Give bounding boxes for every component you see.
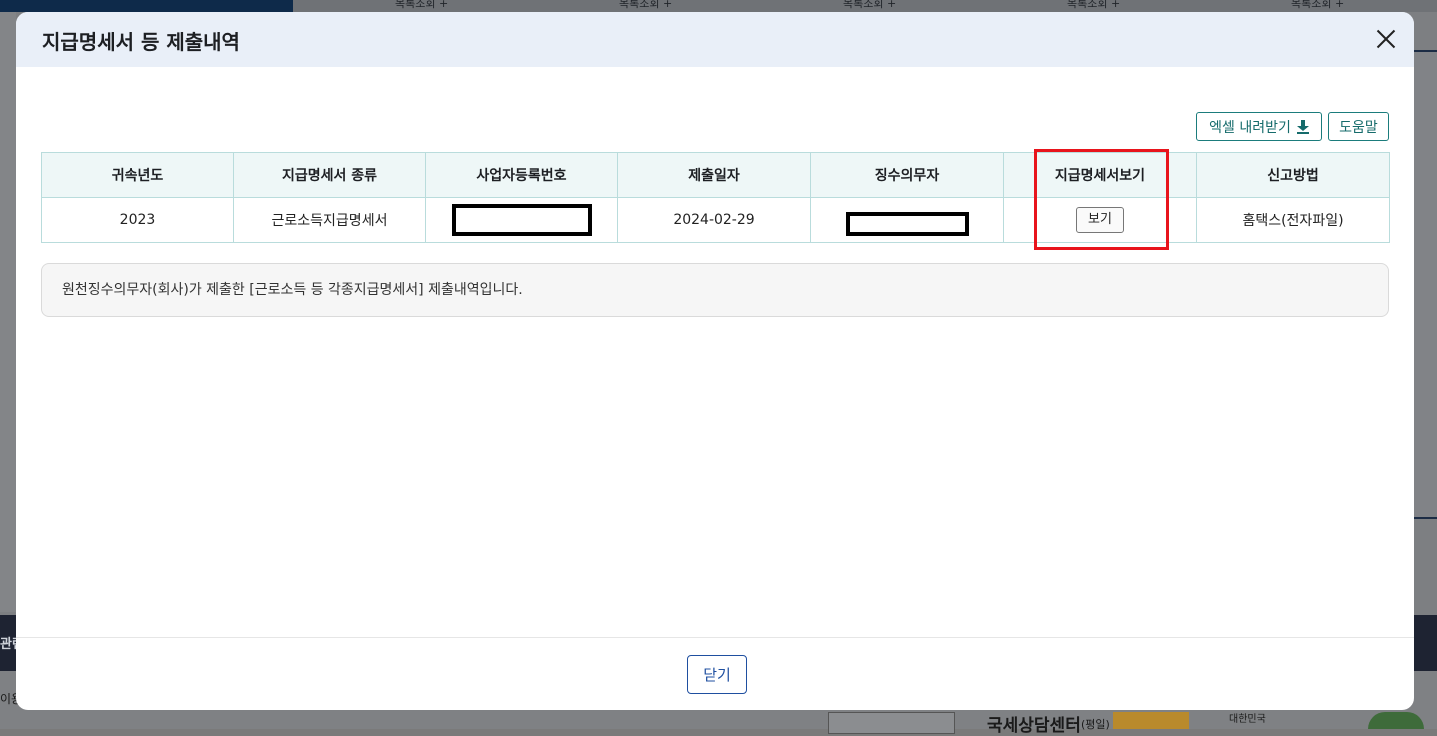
cell-year: 2023: [41, 197, 234, 243]
close-button[interactable]: 닫기: [687, 655, 747, 694]
background-tab: 목록조회 +: [619, 0, 673, 10]
modal-title: 지급명세서 등 제출내역: [42, 30, 240, 54]
background-tab: 목록조회 +: [843, 0, 897, 10]
cell-date: 2024-02-29: [617, 197, 811, 243]
header-date: 제출일자: [617, 152, 811, 198]
background-call-center: 국세상담센터: [987, 716, 1081, 736]
table-row: 2023 근로소득지급명세서 2024-02-29 보기 홈택스(전자파일): [41, 197, 1390, 243]
redaction-box: [451, 204, 592, 236]
background-sidebar: [0, 12, 16, 612]
background-tab: 목록조회 +: [1067, 0, 1121, 10]
background-panel: [1414, 50, 1437, 519]
submission-table: 귀속년도 지급명세서 종류 사업자등록번호 제출일자 징수의무자 지급명세서보기…: [41, 152, 1390, 243]
background-tab: 목록조회 +: [1291, 0, 1345, 10]
download-icon: [1296, 119, 1309, 134]
excel-download-button[interactable]: 엑셀 내려받기: [1196, 112, 1322, 141]
background-logo: [1113, 712, 1189, 729]
background-tab: 목록조회 +: [395, 0, 449, 10]
background-top-bar: 목록조회 + 목록조회 + 목록조회 + 목록조회 + 목록조회 +: [0, 0, 1437, 12]
view-statement-button[interactable]: 보기: [1076, 207, 1124, 233]
notice-box: 원천징수의무자(회사)가 제출한 [근로소득 등 각종지급명세서] 제출내역입니…: [41, 263, 1389, 317]
header-view: 지급명세서보기: [1003, 152, 1197, 198]
help-button[interactable]: 도움말: [1328, 112, 1389, 141]
header-year: 귀속년도: [41, 152, 234, 198]
background-logo-area: [0, 0, 293, 12]
excel-download-label: 엑셀 내려받기: [1209, 119, 1291, 136]
close-icon[interactable]: [1374, 27, 1398, 51]
cell-view: 보기: [1003, 197, 1197, 243]
background-small-text: 대한민국: [1229, 714, 1266, 725]
cell-biz-no: [425, 197, 618, 243]
footer-divider: [16, 637, 1414, 638]
background-call-center-sub: (평일): [1081, 718, 1110, 731]
redaction-box: [845, 212, 969, 236]
table-header-row: 귀속년도 지급명세서 종류 사업자등록번호 제출일자 징수의무자 지급명세서보기…: [41, 152, 1390, 198]
modal-header: 지급명세서 등 제출내역: [16, 12, 1414, 67]
background-emblem: [1368, 712, 1424, 729]
header-payer: 징수의무자: [810, 152, 1004, 198]
submission-history-modal: 지급명세서 등 제출내역 엑셀 내려받기 도움말 귀속년도 지급명세서 종류 사…: [16, 12, 1414, 710]
header-method: 신고방법: [1196, 152, 1390, 198]
background-select: [828, 712, 955, 734]
cell-type: 근로소득지급명세서: [233, 197, 426, 243]
cell-method: 홈택스(전자파일): [1196, 197, 1390, 243]
header-type: 지급명세서 종류: [233, 152, 426, 198]
header-biz-no: 사업자등록번호: [425, 152, 618, 198]
cell-payer: [810, 197, 1004, 243]
